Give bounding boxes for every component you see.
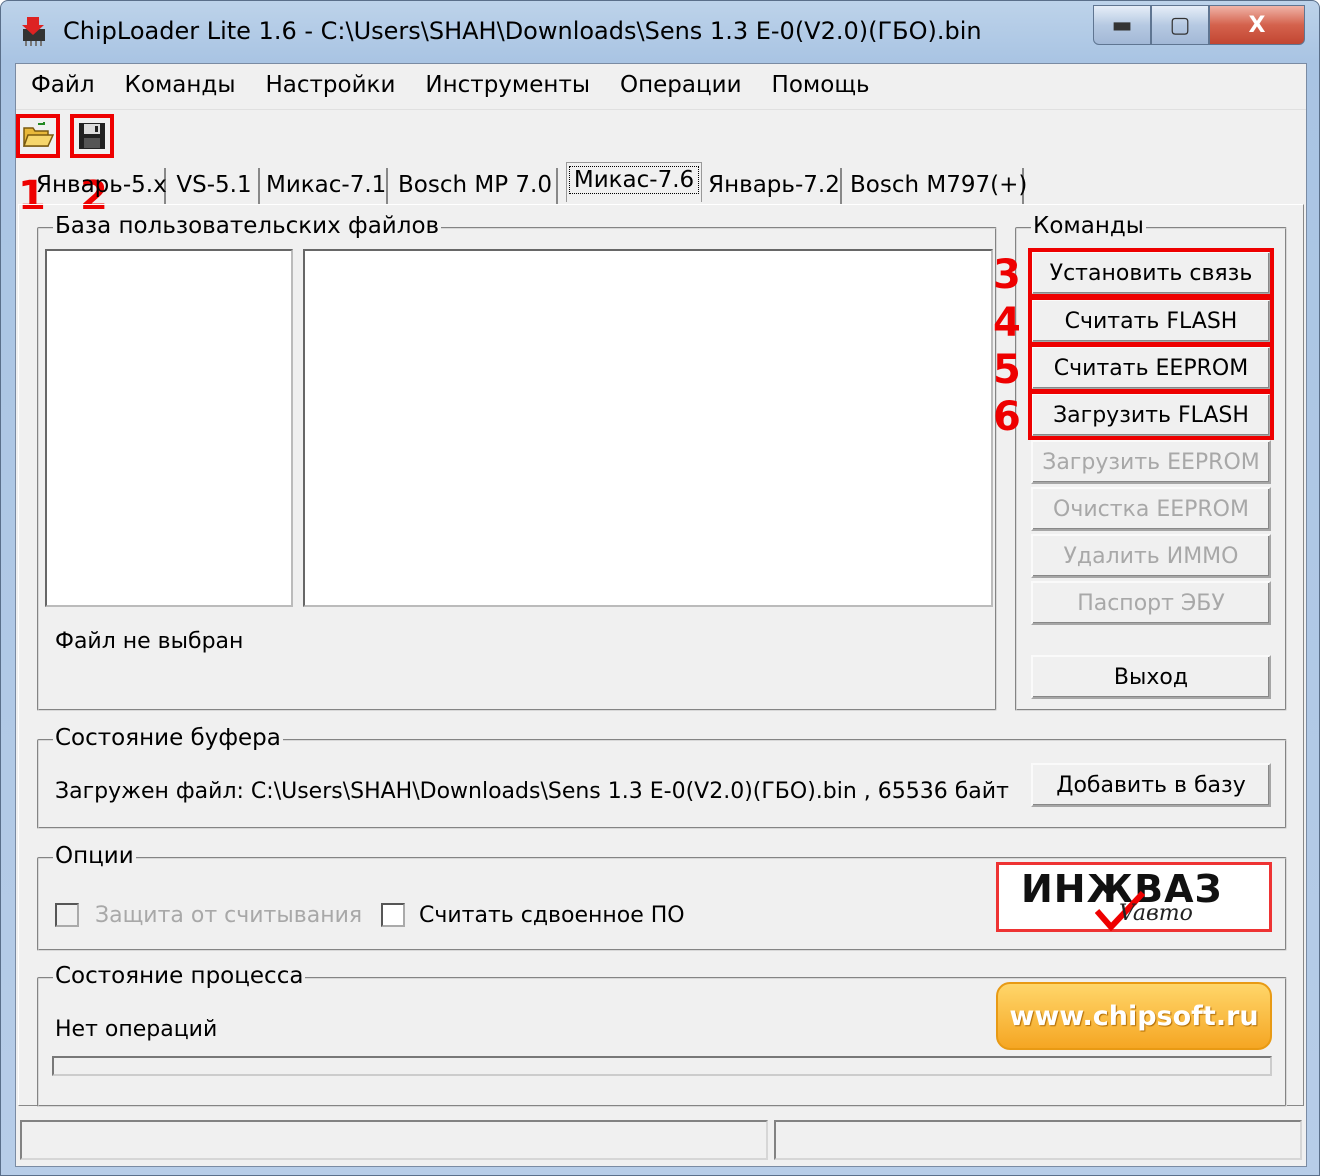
folder-open-icon bbox=[22, 122, 54, 147]
window-controls: ▬ ▢ X bbox=[1093, 5, 1305, 45]
file-status-text: Файл не выбран bbox=[55, 629, 244, 654]
options-group-title: Опции bbox=[53, 843, 136, 869]
chip-app-icon bbox=[22, 17, 45, 46]
read-dual-firmware-label: Считать сдвоенное ПО bbox=[419, 903, 685, 928]
exit-button[interactable]: Выход bbox=[1031, 655, 1271, 699]
files-group: База пользовательских файлов Файл не выб… bbox=[37, 213, 997, 711]
read-protection-label: Защита от считывания bbox=[95, 903, 363, 928]
app-window: ChipLoader Lite 1.6 - C:\Users\SHAH\Down… bbox=[0, 0, 1320, 1176]
tab-january-5x[interactable]: Январь-5.x bbox=[36, 168, 167, 204]
logo-sub-text: Vaвто bbox=[1119, 901, 1193, 926]
toolbar: 1 2 bbox=[16, 112, 1306, 216]
annotation-mark-4: 4 bbox=[993, 300, 1021, 346]
buffer-status-text: Загружен файл: C:\Users\SHAH\Downloads\S… bbox=[55, 779, 1009, 804]
status-panel-left bbox=[20, 1120, 768, 1160]
tab-panel: База пользовательских файлов Файл не выб… bbox=[18, 204, 1304, 1107]
process-group-title: Состояние процесса bbox=[53, 963, 306, 989]
menu-commands[interactable]: Команды bbox=[110, 64, 251, 109]
window-title: ChipLoader Lite 1.6 - C:\Users\SHAH\Down… bbox=[63, 17, 982, 45]
clear-eeprom-button[interactable]: Очистка EEPROM bbox=[1031, 487, 1271, 531]
close-button[interactable]: X bbox=[1209, 5, 1305, 45]
menu-bar: Файл Команды Настройки Инструменты Опера… bbox=[16, 64, 1306, 110]
annotation-mark-3: 3 bbox=[993, 252, 1021, 298]
menu-help[interactable]: Помощь bbox=[757, 64, 885, 109]
close-icon: X bbox=[1248, 12, 1266, 38]
tab-mikas-76-label: Микас-7.6 bbox=[568, 166, 700, 194]
tab-strip: Январь-5.x VS-5.1 Микас-7.1 Bosch MP 7.0… bbox=[16, 162, 1306, 204]
file-list[interactable] bbox=[303, 249, 993, 607]
tab-vs-51[interactable]: VS-5.1 bbox=[170, 168, 260, 204]
save-file-button[interactable] bbox=[70, 114, 114, 158]
files-group-title: База пользовательских файлов bbox=[53, 213, 442, 239]
buffer-group-title: Состояние буфера bbox=[53, 725, 283, 751]
injvaz-logo: ИНЖВАЗ Vaвто bbox=[996, 862, 1272, 932]
menu-operations[interactable]: Операции bbox=[605, 64, 757, 109]
read-eeprom-button[interactable]: Считать EEPROM bbox=[1028, 343, 1274, 393]
tab-mikas-71[interactable]: Микас-7.1 bbox=[266, 168, 388, 204]
client-area: Файл Команды Настройки Инструменты Опера… bbox=[15, 63, 1307, 1167]
write-eeprom-button[interactable]: Загрузить EEPROM bbox=[1031, 440, 1271, 484]
minimize-button[interactable]: ▬ bbox=[1093, 5, 1151, 45]
chipsoft-site-button[interactable]: www.chipsoft.ru bbox=[996, 982, 1272, 1050]
floppy-save-icon bbox=[79, 123, 105, 149]
status-panel-right bbox=[774, 1120, 1302, 1160]
process-status-text: Нет операций bbox=[55, 1017, 218, 1042]
read-flash-button[interactable]: Считать FLASH bbox=[1028, 296, 1274, 346]
tab-mikas-76[interactable]: Микас-7.6 bbox=[566, 162, 702, 202]
maximize-icon: ▢ bbox=[1169, 12, 1191, 38]
progress-bar bbox=[52, 1056, 1272, 1076]
buffer-group: Состояние буфера Загружен файл: C:\Users… bbox=[37, 725, 1287, 829]
write-flash-button[interactable]: Загрузить FLASH bbox=[1028, 390, 1274, 440]
read-protection-checkbox[interactable] bbox=[55, 903, 79, 927]
add-to-database-button[interactable]: Добавить в базу bbox=[1031, 763, 1271, 807]
annotation-mark-5: 5 bbox=[993, 347, 1021, 393]
commands-group-title: Команды bbox=[1031, 213, 1146, 239]
title-bar[interactable]: ChipLoader Lite 1.6 - C:\Users\SHAH\Down… bbox=[1, 1, 1319, 63]
ecu-passport-button[interactable]: Паспорт ЭБУ bbox=[1031, 581, 1271, 625]
open-file-button[interactable] bbox=[16, 114, 60, 158]
minimize-icon: ▬ bbox=[1111, 12, 1133, 38]
tab-bosch-m797[interactable]: Bosch M797(+) bbox=[850, 168, 1027, 204]
remove-immo-button[interactable]: Удалить ИММО bbox=[1031, 534, 1271, 578]
tab-bosch-mp70[interactable]: Bosch MP 7.0 bbox=[394, 168, 558, 204]
status-bar bbox=[16, 1116, 1306, 1166]
maximize-button[interactable]: ▢ bbox=[1151, 5, 1209, 45]
tab-january-72[interactable]: Январь-7.2 bbox=[708, 168, 842, 204]
annotation-mark-6: 6 bbox=[993, 394, 1021, 440]
menu-file[interactable]: Файл bbox=[16, 64, 110, 109]
menu-tools[interactable]: Инструменты bbox=[410, 64, 605, 109]
folder-list[interactable] bbox=[45, 249, 293, 607]
menu-settings[interactable]: Настройки bbox=[251, 64, 411, 109]
read-dual-firmware-checkbox[interactable] bbox=[381, 903, 405, 927]
connect-button[interactable]: Установить связь bbox=[1028, 248, 1274, 298]
commands-group: Команды Установить связь Считать FLASH С… bbox=[993, 213, 1287, 711]
